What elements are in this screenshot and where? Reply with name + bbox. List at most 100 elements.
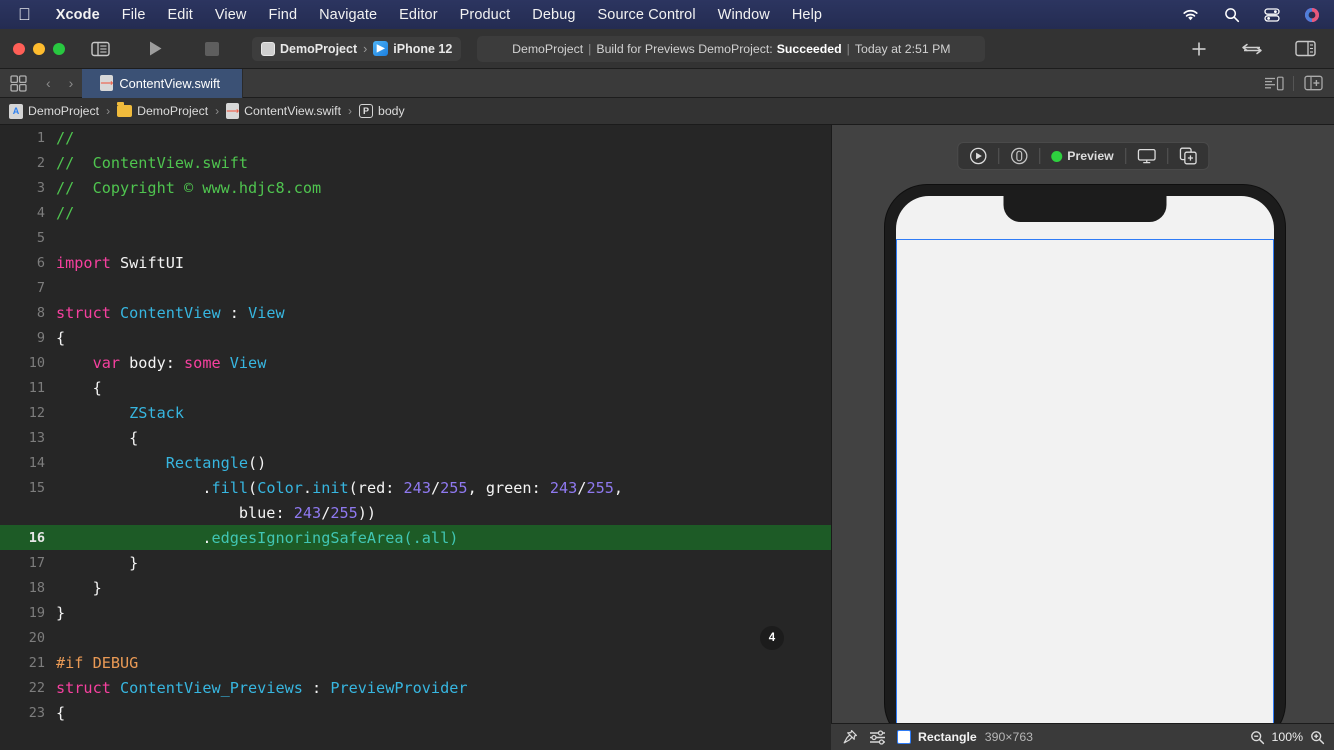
close-button[interactable]	[13, 42, 25, 55]
selected-element-name: Rectangle	[918, 730, 977, 744]
tab-grid-icon[interactable]	[0, 74, 37, 92]
run-play-icon[interactable]	[142, 36, 168, 62]
stop-square-icon[interactable]	[199, 36, 225, 62]
siri-icon[interactable]	[1292, 7, 1334, 23]
code-token: , green:	[467, 478, 550, 497]
minimap-icon[interactable]	[1255, 76, 1293, 91]
code-line[interactable]: 10 var body: some View	[0, 350, 831, 375]
code-line[interactable]: 14 Rectangle()	[0, 450, 831, 475]
sidebar-toggle-icon[interactable]	[87, 36, 113, 62]
display-icon[interactable]	[1126, 142, 1167, 170]
zoom-button[interactable]	[53, 42, 65, 55]
inline-issue-badge[interactable]: 4	[760, 626, 784, 650]
build-status-bar[interactable]: DemoProject | Build for Previews DemoPro…	[477, 35, 986, 62]
code-line[interactable]: 22 struct ContentView_Previews : PreviewP…	[0, 675, 831, 700]
tab-contentview-swift[interactable]: ⟶ ContentView.swift	[82, 68, 244, 98]
code-token: struct	[56, 303, 111, 322]
menu-item-product[interactable]: Product	[449, 7, 522, 23]
apple-logo-icon[interactable]: 	[0, 6, 45, 23]
rectangle-swatch-icon	[897, 730, 911, 744]
preview-device-frame[interactable]	[885, 185, 1285, 746]
line-number: 6	[36, 254, 45, 271]
line-number: 21	[28, 654, 45, 671]
menu-item-help[interactable]: Help	[781, 7, 833, 23]
status-sep-1: |	[588, 41, 592, 56]
code-line[interactable]: blue: 243/255))	[0, 500, 831, 525]
breadcrumb-item-body[interactable]: P body	[359, 104, 405, 118]
code-line[interactable]: 4 //	[0, 200, 831, 225]
code-line[interactable]: 18 }	[0, 575, 831, 600]
code-line[interactable]: 3 // Copyright © www.hdjc8.com	[0, 175, 831, 200]
breadcrumb-label-3: body	[378, 104, 405, 118]
minimize-button[interactable]	[33, 42, 45, 55]
play-circle-icon[interactable]	[958, 142, 998, 170]
code-line[interactable]: 21 #if DEBUG	[0, 650, 831, 675]
code-line[interactable]: 7	[0, 275, 831, 300]
preview-canvas[interactable]: Preview	[831, 125, 1334, 750]
zoom-in-icon[interactable]	[1310, 730, 1325, 745]
code-editor[interactable]: 1//2// ContentView.swift 3// Copyright © …	[0, 125, 831, 750]
code-line[interactable]: 19}	[0, 600, 831, 625]
code-line[interactable]: 2 // ContentView.swift	[0, 150, 831, 175]
plus-icon[interactable]	[1186, 36, 1212, 62]
control-center-icon[interactable]	[1252, 7, 1292, 23]
code-text: {	[56, 429, 831, 447]
destination-device-icon: ▶	[373, 41, 389, 56]
code-line[interactable]: 8 struct ContentView : View	[0, 300, 831, 325]
code-text: struct ContentView : View	[56, 304, 831, 322]
preview-status-label: Preview	[1067, 149, 1114, 163]
folder-icon	[117, 102, 133, 117]
menu-item-edit[interactable]: Edit	[157, 7, 204, 23]
selection-outline[interactable]	[896, 239, 1274, 746]
search-icon[interactable]	[1212, 7, 1252, 23]
code-line[interactable]: 1 //	[0, 125, 831, 150]
inspector-panel-icon[interactable]	[1292, 36, 1318, 62]
code-line[interactable]: 6 import SwiftUI	[0, 250, 831, 275]
status-time: Today at 2:51 PM	[854, 41, 951, 56]
breadcrumb-item-file[interactable]: ⟶ ContentView.swift	[226, 103, 341, 119]
menu-item-source-control[interactable]: Source Control	[587, 7, 707, 23]
code-token: 243	[403, 478, 431, 497]
menu-item-file[interactable]: File	[111, 7, 157, 23]
scheme-destination-chip[interactable]: DemoProject › ▶ iPhone 12	[252, 36, 462, 61]
code-token: (	[248, 478, 258, 497]
code-line[interactable]: 20	[0, 625, 831, 650]
duplicate-icon[interactable]	[1168, 142, 1208, 170]
code-line[interactable]: 11 {	[0, 375, 831, 400]
breadcrumb-item-project[interactable]: A DemoProject	[9, 103, 99, 119]
code-token: Rectangle	[165, 453, 249, 472]
sliders-icon[interactable]	[867, 729, 897, 745]
code-line[interactable]: 23 {	[0, 700, 831, 725]
chevron-right-icon[interactable]: ›	[60, 75, 83, 91]
code-lines-container[interactable]: 1//2// ContentView.swift 3// Copyright © …	[0, 125, 831, 750]
code-token: // Copyright © www.hdjc8.com	[56, 178, 322, 197]
inspect-circle-icon[interactable]	[999, 142, 1039, 170]
code-line[interactable]: 16 .edgesIgnoringSafeArea(.all)	[0, 525, 831, 550]
breadcrumb-item-folder[interactable]: DemoProject	[117, 102, 208, 118]
code-line[interactable]: 12 ZStack	[0, 400, 831, 425]
code-line[interactable]: 17 }	[0, 550, 831, 575]
pin-icon[interactable]	[831, 729, 867, 745]
menu-item-xcode[interactable]: Xcode	[45, 7, 111, 23]
menu-item-view[interactable]: View	[204, 7, 258, 23]
menu-item-debug[interactable]: Debug	[521, 7, 586, 23]
add-editor-icon[interactable]	[1294, 75, 1334, 91]
zoom-out-icon[interactable]	[1250, 730, 1265, 745]
code-line[interactable]: 5	[0, 225, 831, 250]
code-token: body:	[120, 353, 185, 372]
code-text: struct ContentView_Previews : PreviewPro…	[56, 679, 831, 697]
swap-arrows-icon[interactable]	[1239, 36, 1265, 62]
code-line[interactable]: 9{	[0, 325, 831, 350]
menu-item-window[interactable]: Window	[707, 7, 781, 23]
menu-item-navigate[interactable]: Navigate	[308, 7, 388, 23]
chevron-left-icon[interactable]: ‹	[37, 75, 60, 91]
menu-item-find[interactable]: Find	[258, 7, 309, 23]
breadcrumb-sep-1: ›	[215, 104, 220, 118]
code-line[interactable]: 13 {	[0, 425, 831, 450]
status-project: DemoProject	[512, 41, 584, 56]
wifi-icon[interactable]	[1169, 8, 1212, 22]
menu-item-editor[interactable]: Editor	[388, 7, 448, 23]
preview-status[interactable]: Preview	[1040, 142, 1125, 170]
code-token: (red:	[348, 478, 404, 497]
code-line[interactable]: 15 .fill(Color.init(red: 243/255, green:…	[0, 475, 831, 500]
